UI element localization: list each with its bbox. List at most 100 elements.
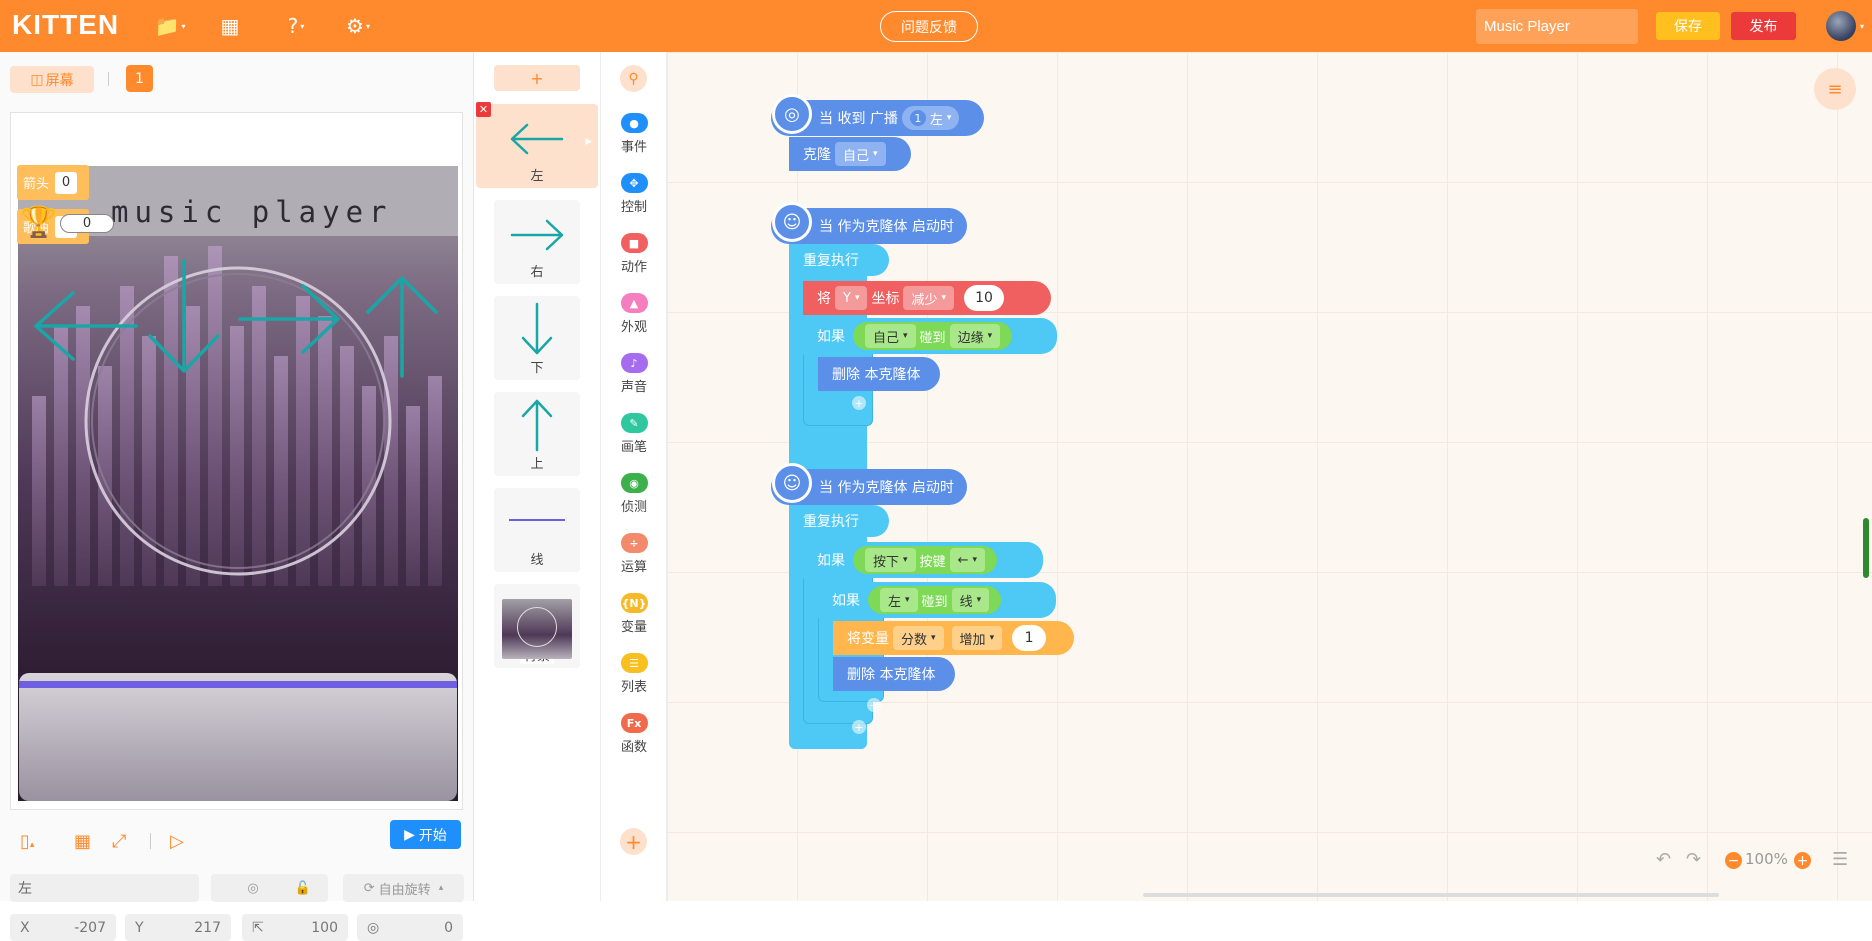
zoom-in-icon[interactable]: + xyxy=(1794,852,1811,869)
variable-monitor[interactable]: 箭头 0 xyxy=(17,165,89,200)
stage-canvas[interactable] xyxy=(18,166,458,801)
code-workspace[interactable]: ◎ 当 收到 广播 1 左 ▾ 克隆 自己 ▾ ☺ 当 作为克隆体 启动时 重复执… xyxy=(667,52,1872,901)
publish-button[interactable]: 发布 xyxy=(1731,12,1796,40)
chevron-down-icon: ▾ xyxy=(905,595,910,605)
chevron-down-icon: ▾ xyxy=(987,331,993,341)
variable-dropdown[interactable]: 分数 ▾ xyxy=(893,626,944,650)
variable-amount-input[interactable]: 1 xyxy=(1012,625,1047,651)
sprite-name-field[interactable]: 左 xyxy=(10,874,199,902)
touching-condition[interactable]: 自己 ▾ 碰到 边缘 ▾ xyxy=(853,322,1013,350)
forever-block[interactable]: 重复执行 xyxy=(789,244,889,276)
category-control[interactable]: ✥ 控制 xyxy=(601,173,667,215)
record-icon[interactable]: ▷ xyxy=(170,831,184,852)
category-lists[interactable]: ☰ 列表 xyxy=(601,653,667,695)
scene-number[interactable]: 1 xyxy=(126,65,153,92)
y-coordinate-field[interactable]: Y 217 xyxy=(125,914,231,941)
search-icon[interactable]: ⚲ xyxy=(620,65,647,92)
arrow-up-icon xyxy=(521,399,553,452)
add-block-icon[interactable]: + xyxy=(867,698,881,712)
equalizer-bar xyxy=(296,296,310,586)
chevron-down-icon: ▾ xyxy=(941,293,947,303)
undo-icon[interactable]: ↶ xyxy=(1656,849,1671,870)
lock-icon[interactable]: 🔓 xyxy=(278,874,328,902)
delete-clone-block[interactable]: 删除 本克隆体 xyxy=(818,357,940,391)
sprite-item[interactable]: 线 xyxy=(494,488,580,572)
arrange-icon[interactable]: ☰ xyxy=(1832,849,1848,870)
category-event[interactable]: ● 事件 xyxy=(601,113,667,155)
vertical-scrollbar[interactable] xyxy=(1863,518,1869,578)
clone-icon: ☺ xyxy=(772,202,812,242)
sprite-item[interactable]: 右 xyxy=(494,200,580,284)
score-monitor[interactable]: 🏆 0 xyxy=(20,205,114,241)
category-looks[interactable]: ▲ 外观 xyxy=(601,293,667,335)
category-operators[interactable]: ÷ 运算 xyxy=(601,533,667,575)
size-field[interactable]: ⇱ 100 xyxy=(242,914,348,941)
help-icon[interactable]: ? ▾ xyxy=(278,12,314,40)
save-button[interactable]: 保存 xyxy=(1656,12,1720,40)
touching-condition[interactable]: 左 ▾ 碰到 线 ▾ xyxy=(868,586,1002,614)
key-pressed-condition[interactable]: 按下 ▾ 按键 ← ▾ xyxy=(853,546,997,574)
add-block-icon[interactable]: + xyxy=(852,720,866,734)
key-dropdown[interactable]: ← ▾ xyxy=(949,548,985,572)
clone-block[interactable]: 克隆 自己 ▾ xyxy=(789,137,911,171)
change-amount-input[interactable]: 10 xyxy=(964,285,1005,311)
if-touching-block[interactable]: 如果 左 ▾ 碰到 线 ▾ xyxy=(818,582,1056,618)
screen-button[interactable]: ◫ 屏幕 xyxy=(10,66,94,93)
sprite-item[interactable]: 下 xyxy=(494,296,580,380)
fullscreen-icon[interactable]: ⤢ xyxy=(112,831,126,852)
folder-icon[interactable]: 📁 ▾ xyxy=(152,12,188,40)
if-key-pressed-block[interactable]: 如果 按下 ▾ 按键 ← ▾ xyxy=(803,542,1043,578)
redo-icon[interactable]: ↷ xyxy=(1686,849,1701,870)
avatar[interactable] xyxy=(1826,11,1856,41)
broadcast-dropdown[interactable]: 1 左 ▾ xyxy=(901,106,960,130)
add-extension-button[interactable]: + xyxy=(620,828,647,855)
start-button[interactable]: ▶ 开始 xyxy=(390,820,461,849)
find-icon[interactable]: ≡ xyxy=(1814,68,1856,110)
equalizer-bar xyxy=(428,376,442,586)
if-block[interactable]: 如果 自己 ▾ 碰到 边缘 ▾ xyxy=(803,318,1057,354)
change-variable-block[interactable]: 将变量 分数 ▾ 增加 ▾ 1 xyxy=(833,621,1074,655)
settings-icon[interactable]: ⚙ ▾ xyxy=(340,12,376,40)
press-dropdown[interactable]: 按下 ▾ xyxy=(865,548,916,572)
add-block-icon[interactable]: + xyxy=(852,396,866,410)
operation-dropdown[interactable]: 增加 ▾ xyxy=(951,626,1003,650)
chevron-down-icon[interactable]: ▾ xyxy=(1860,22,1864,31)
self-dropdown[interactable]: 自己 ▾ xyxy=(865,324,916,348)
change-coordinate-block[interactable]: 将 Y ▾ 坐标 减少 ▾ 10 xyxy=(803,281,1051,315)
category-pen[interactable]: ✎ 画笔 xyxy=(601,413,667,455)
category-functions[interactable]: Fx 函数 xyxy=(601,713,667,755)
delete-clone-block[interactable]: 删除 本克隆体 xyxy=(833,657,955,691)
edge-dropdown[interactable]: 边缘 ▾ xyxy=(949,324,1001,348)
close-icon[interactable]: ✕ xyxy=(476,102,491,117)
when-clone-starts-block[interactable]: ☺ 当 作为克隆体 启动时 xyxy=(771,463,967,505)
clone-target-dropdown[interactable]: 自己 ▾ xyxy=(835,142,886,166)
variables-icon: {N} xyxy=(620,593,648,613)
add-sprite-button[interactable]: + xyxy=(494,65,580,91)
target-dropdown[interactable]: 线 ▾ xyxy=(951,588,990,612)
direction-field[interactable]: ◎ 0 xyxy=(357,914,463,941)
when-clone-starts-block[interactable]: ☺ 当 作为克隆体 启动时 xyxy=(771,202,967,244)
category-sound[interactable]: ♪ 声音 xyxy=(601,353,667,395)
forever-block[interactable]: 重复执行 xyxy=(789,505,889,537)
sprite-item[interactable]: ✕ ▸ 左 xyxy=(476,102,598,188)
category-variables[interactable]: {N} 变量 xyxy=(601,593,667,635)
category-sensing[interactable]: ◉ 侦测 xyxy=(601,473,667,515)
rotation-mode-select[interactable]: ⟳ 自由旋转 ▴ xyxy=(343,874,464,902)
axis-dropdown[interactable]: Y ▾ xyxy=(835,286,868,310)
sprite-item[interactable]: 背景 xyxy=(494,584,580,668)
device-icon[interactable]: ▯▴ xyxy=(20,831,34,852)
sprite-item[interactable]: 上 xyxy=(494,392,580,476)
when-receive-broadcast-block[interactable]: ◎ 当 收到 广播 1 左 ▾ xyxy=(771,94,984,136)
feedback-button[interactable]: 问题反馈 xyxy=(880,11,978,42)
project-name-input[interactable] xyxy=(1476,9,1638,44)
horizontal-scrollbar[interactable] xyxy=(1143,893,1719,897)
sensing-icon: ◉ xyxy=(620,473,648,493)
zoom-out-icon[interactable]: − xyxy=(1725,852,1742,869)
sprite-list: + ✕ ▸ 左 右 下 上 线 背景 xyxy=(474,52,601,901)
x-coordinate-field[interactable]: X -207 xyxy=(10,914,116,941)
backpack-icon[interactable]: ▦ xyxy=(212,12,248,40)
change-mode-dropdown[interactable]: 减少 ▾ xyxy=(903,286,955,310)
sprite-dropdown[interactable]: 左 ▾ xyxy=(880,588,918,612)
category-motion[interactable]: ■ 动作 xyxy=(601,233,667,275)
grid-icon[interactable]: ▦ xyxy=(74,831,91,852)
